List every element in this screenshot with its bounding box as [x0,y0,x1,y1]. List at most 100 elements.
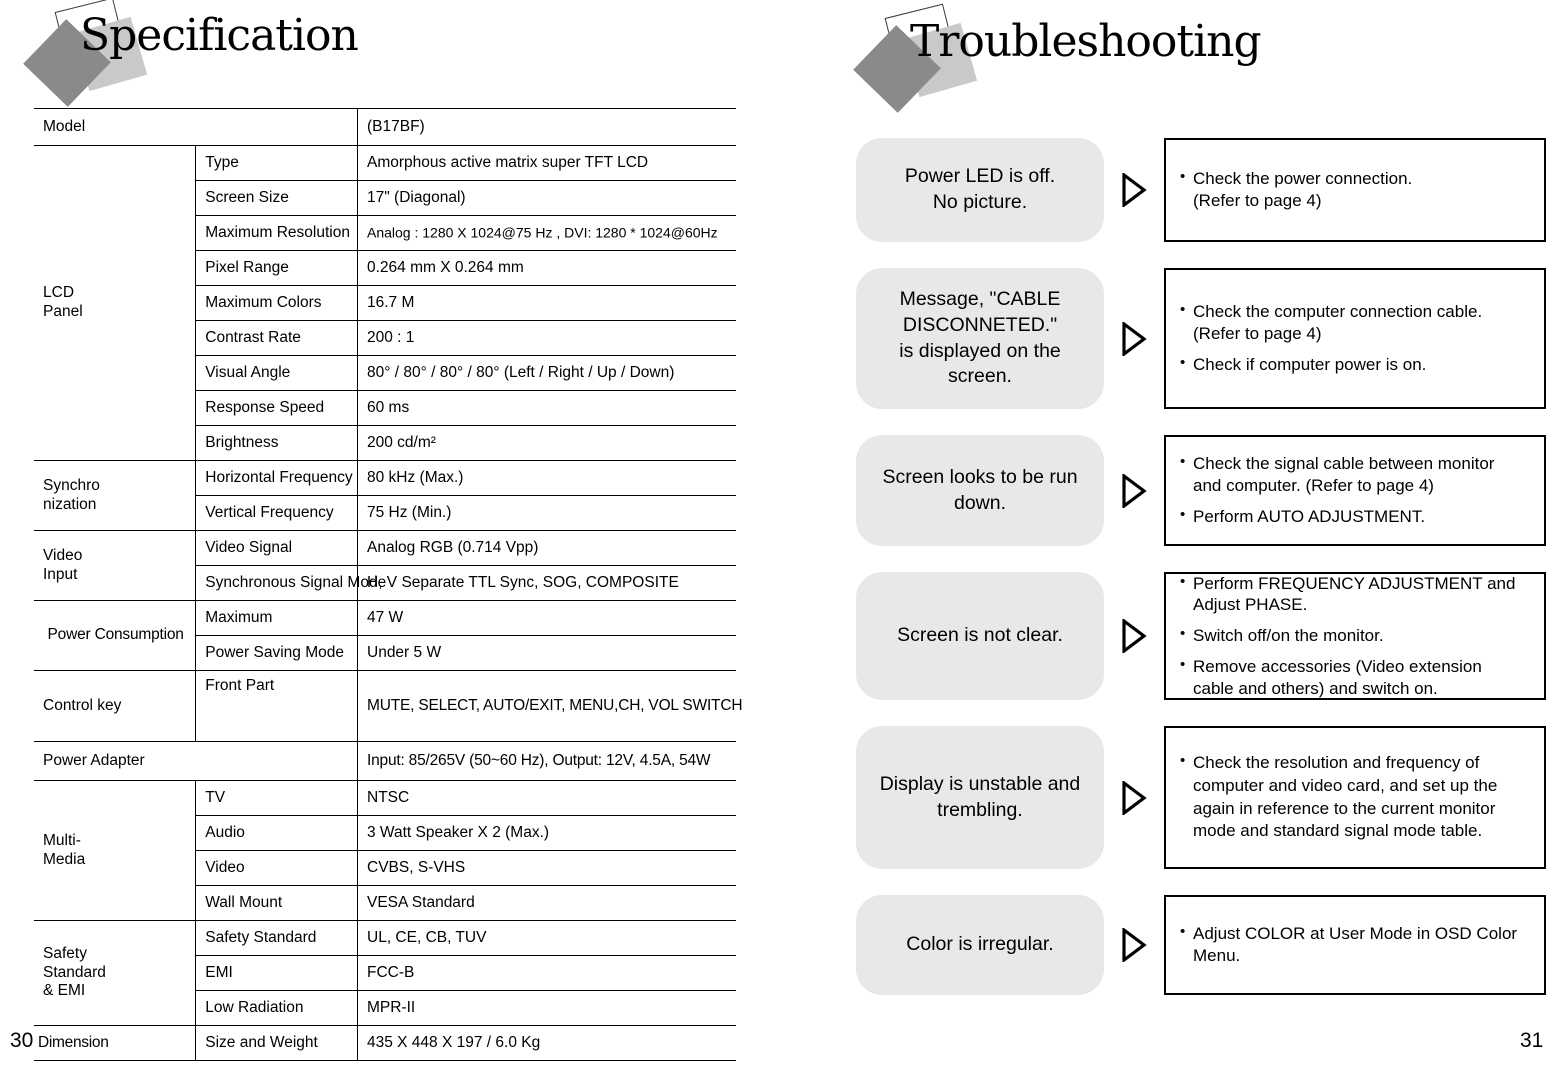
page-number-left: 30 [10,1029,34,1052]
row-value: Analog RGB (0.714 Vpp) [357,530,736,566]
symptom-box: Power LED is off. No picture. [856,138,1104,242]
table-row: LCD Panel Type Amorphous active matrix s… [34,145,736,461]
solution-list: Check the power connection. (Refer to pa… [1180,167,1534,212]
table-row: Control key Front Part MUTE, SELECT, AUT… [34,670,743,742]
row-key: Power Saving Mode [195,635,358,671]
row-key: Audio [195,815,358,851]
solution-list: Check the computer connection cable. (Re… [1180,300,1534,376]
row-value: 80 kHz (Max.) [357,460,736,496]
row-value: Input: 85/265V (50~60 Hz), Output: 12V, … [357,741,736,781]
row-key: Response Speed [195,390,358,426]
row-value: NTSC [357,780,736,816]
group-multi-media: Multi- Media [34,780,197,921]
symptom-box: Message, "CABLE DISCONNETED." is display… [856,268,1104,409]
specification-header: Specification [18,0,618,107]
solution-item: Switch off/on the monitor. [1180,624,1534,647]
manual-page-spread: Specification Model (B17BF) LCD Panel Ty… [0,0,1561,1074]
arrow-right-icon [1104,619,1164,653]
row-value: MUTE, SELECT, AUTO/EXIT, MENU,CH, VOL SW… [357,670,743,742]
symptom-box: Screen looks to be run down. [856,435,1104,546]
row-value: H, V Separate TTL Sync, SOG, COMPOSITE [357,565,736,601]
model-value: (B17BF) [357,108,736,146]
arrow-right-icon [1104,473,1164,508]
group-safety-standard-emi: Safety Standard & EMI [34,920,197,1026]
row-key: Visual Angle [195,355,358,391]
row-key: Low Radiation [195,990,358,1026]
group-lcd-panel: LCD Panel [34,145,197,461]
troubleshooting-item: Screen looks to be run down. Check the s… [856,435,1546,546]
row-value: 435 X 448 X 197 / 6.0 Kg [357,1025,736,1061]
solution-box: Check the signal cable between monitor a… [1164,435,1546,546]
table-row: Power Adapter Input: 85/265V (50~60 Hz),… [34,741,736,781]
row-value: Under 5 W [357,635,736,671]
row-value: 75 Hz (Min.) [357,495,736,531]
solution-item: Check the power connection. (Refer to pa… [1180,167,1534,212]
row-key: Pixel Range [195,250,358,286]
troubleshooting-header: Troubleshooting [848,3,1448,113]
row-key: Screen Size [195,180,358,216]
row-key: TV [195,780,358,816]
table-row: Model (B17BF) [34,108,736,146]
arrow-right-icon [1104,321,1164,356]
model-label: Model [34,108,358,146]
arrow-right-icon [1104,928,1164,962]
table-row: Synchro nization Horizontal Frequency 80… [34,460,736,531]
group-power-adapter: Power Adapter [34,741,358,781]
row-value: Amorphous active matrix super TFT LCD [357,145,736,181]
solution-item: Check the resolution and frequency of co… [1180,751,1534,843]
row-key: Synchronous Signal Mode [195,565,386,601]
row-value: 47 W [357,600,736,636]
row-value: 16.7 M [357,285,736,321]
table-row: Power Consumption Maximum 47 W [34,600,736,671]
table-row: Multi- Media TV NTSC [34,780,736,921]
group-power-consumption: Power Consumption [34,600,197,671]
table-row: Video Input Video Signal Analog RGB (0.7… [34,530,736,601]
row-key: Front Part [195,670,358,742]
row-key: Safety Standard [195,920,358,956]
solution-box: Adjust COLOR at User Mode in OSD Color M… [1164,895,1546,995]
solution-box: Perform FREQUENCY ADJUSTMENT and Adjust … [1164,572,1546,700]
row-key: EMI [195,955,358,991]
solution-box: Check the computer connection cable. (Re… [1164,268,1546,409]
troubleshooting-item: Display is unstable and trembling. Check… [856,726,1546,869]
solution-box: Check the power connection. (Refer to pa… [1164,138,1546,242]
solution-list: Check the resolution and frequency of co… [1180,751,1534,843]
row-value: MPR-II [357,990,736,1026]
troubleshooting-list: Power LED is off. No picture. Check the … [856,138,1546,1021]
group-dimension: Dimension [34,1025,197,1061]
row-value: CVBS, S-VHS [357,850,736,886]
row-key: Contrast Rate [195,320,358,356]
row-value: 80° / 80° / 80° / 80° (Left / Right / Up… [357,355,736,391]
symptom-box: Display is unstable and trembling. [856,726,1104,869]
solution-item: Check if computer power is on. [1180,353,1534,376]
solution-box: Check the resolution and frequency of co… [1164,726,1546,869]
arrow-right-icon [1104,780,1164,815]
specification-table-wrap: Model (B17BF) LCD Panel Type Amorphous a… [34,108,743,1061]
row-value: VESA Standard [357,885,736,921]
row-value: UL, CE, CB, TUV [357,920,736,956]
solution-item: Perform AUTO ADJUSTMENT. [1180,505,1534,528]
row-key: Maximum [195,600,358,636]
table-row: Safety Standard & EMI Safety Standard UL… [34,920,736,1026]
arrow-right-icon [1104,173,1164,207]
row-key: Horizontal Frequency [195,460,358,496]
row-value: 200 cd/m² [357,425,736,461]
row-value: 200 : 1 [357,320,736,356]
row-key: Wall Mount [195,885,358,921]
solution-item: Check the computer connection cable. (Re… [1180,300,1534,345]
page-title-specification: Specification [80,10,359,61]
solution-list: Check the signal cable between monitor a… [1180,452,1534,528]
row-key: Brightness [195,425,358,461]
group-synchronization: Synchro nization [34,460,197,531]
troubleshooting-item: Message, "CABLE DISCONNETED." is display… [856,268,1546,409]
row-value: 3 Watt Speaker X 2 (Max.) [357,815,736,851]
solution-item: Remove accessories (Video extension cabl… [1180,655,1534,700]
page-title-troubleshooting: Troubleshooting [910,16,1262,67]
page-number-right: 31 [1520,1029,1544,1052]
solution-list: Adjust COLOR at User Mode in OSD Color M… [1180,922,1534,967]
solution-item: Check the signal cable between monitor a… [1180,452,1534,497]
row-value: 17" (Diagonal) [357,180,736,216]
group-control-key: Control key [34,670,197,742]
row-value: 60 ms [357,390,736,426]
symptom-box: Screen is not clear. [856,572,1104,700]
